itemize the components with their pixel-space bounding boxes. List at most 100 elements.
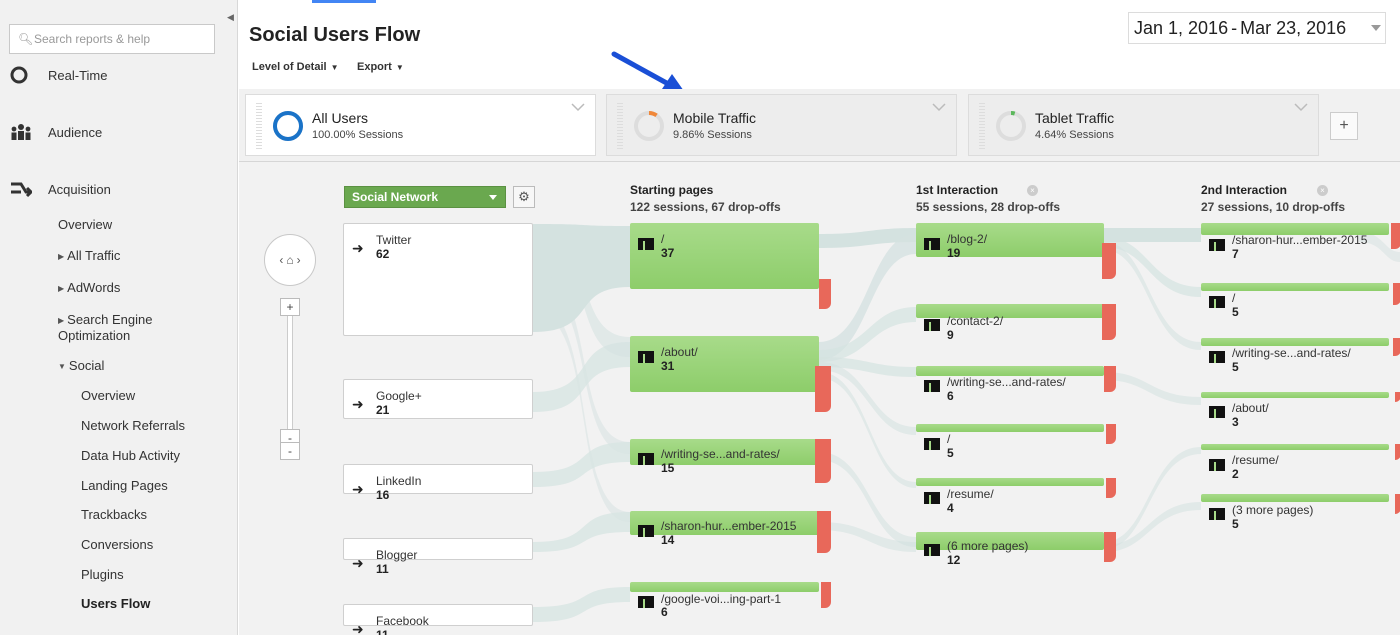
nav-audience-label: Audience [48,124,103,140]
source-node-blogger[interactable]: ➜ Blogger 11 [343,538,533,576]
search-input[interactable]: 🔍︎ Search reports & help [9,24,215,54]
nav-landing-pages[interactable]: Landing Pages [81,478,168,493]
page-node-starting-writing[interactable]: /writing-se...and-rates/ 15 [630,439,831,483]
column-summary-2nd-interaction: 27 sessions, 10 drop-offs [1201,200,1346,214]
zoom-slider[interactable] [287,298,293,448]
source-node-linkedin[interactable]: ➜ LinkedIn 16 [343,464,533,502]
nav-all-traffic[interactable]: ▶ All Traffic [58,248,120,263]
page-node-second-sharon[interactable]: /sharon-hur...ember-2015 7 [1201,223,1400,261]
page-value: 6 [947,389,954,403]
page-node-starting-sharon[interactable]: /sharon-hur...ember-2015 14 [630,511,831,553]
page-value: 7 [1232,247,1239,261]
source-name: Facebook [376,614,429,628]
page-label: /sharon-hur...ember-2015 [1232,233,1368,247]
segment-tablet-traffic[interactable]: Tablet Traffic 4.64% Sessions [968,94,1319,156]
segment-mobile-traffic[interactable]: Mobile Traffic 9.86% Sessions [606,94,957,156]
page-node-second-root[interactable]: / 5 [1201,283,1400,319]
chevron-down-icon[interactable] [571,103,585,112]
collapse-sidebar-icon[interactable]: ◀ [224,8,237,26]
page-value: 12 [947,553,961,567]
source-node-facebook[interactable]: ➜ Facebook 11 [343,604,533,635]
drop-off-bar [1102,304,1116,340]
source-value: 21 [376,403,390,417]
page-icon [924,380,940,392]
page-node-first-more[interactable]: (6 more pages) 12 [916,532,1116,567]
chevron-down-icon: ▼ [330,63,339,72]
nav-audience[interactable]: Audience [10,123,102,141]
node-bar [1201,392,1389,398]
page-icon [638,453,654,465]
nav-conversions[interactable]: Conversions [81,537,153,552]
date-separator: - [1231,17,1238,38]
drop-off-bar [1106,478,1116,498]
add-segment-button[interactable]: + [1330,112,1358,140]
nav-acquisition[interactable]: Acquisition [10,179,111,199]
page-node-second-resume[interactable]: /resume/ 2 [1201,444,1400,481]
nav-social-label: Social [68,358,105,373]
drop-off-bar [1106,424,1116,444]
chevron-down-icon[interactable] [932,103,946,112]
page-label: /google-voi...ing-part-1 [661,592,782,606]
nav-trackbacks[interactable]: Trackbacks [81,507,147,522]
page-node-first-resume[interactable]: /resume/ 4 [916,478,1116,515]
export-button[interactable]: Export ▼ [357,61,404,73]
page-label: (3 more pages) [1232,503,1314,517]
chevron-down-icon[interactable] [1294,103,1308,112]
sidebar: ◀ 🔍︎ Search reports & help Real-Time Aud… [0,0,238,635]
drag-handle[interactable] [256,103,262,149]
page-node-starting-about[interactable]: /about/ 31 [630,336,831,412]
nav-seo[interactable]: ▶ Search Engine Optimization [58,312,208,343]
drag-handle[interactable] [617,103,623,149]
nav-real-time[interactable]: Real-Time [10,66,107,84]
page-node-first-contact[interactable]: /contact-2/ 9 [916,304,1116,342]
source-node-twitter[interactable]: ➜ Twitter 62 [343,223,533,336]
segment-name: All Users [312,110,369,126]
acquisition-arrows-icon: ➜ [352,621,364,635]
segment-name: Mobile Traffic [673,110,756,126]
nav-data-hub-activity[interactable]: Data Hub Activity [81,448,180,463]
nav-social-overview[interactable]: Overview [81,388,135,403]
page-node-starting-google-voice[interactable]: /google-voi...ing-part-1 6 [630,582,831,619]
zoom-in-button[interactable]: + [280,298,300,316]
nav-adwords[interactable]: ▶ AdWords [58,280,120,295]
nav-acquisition-label: Acquisition [48,181,111,197]
page-label: /writing-se...and-rates/ [947,375,1066,389]
drop-off-bar [819,279,831,309]
close-icon[interactable]: × [1317,185,1328,196]
drag-handle[interactable] [979,103,985,149]
segment-all-users[interactable]: All Users 100.00% Sessions [245,94,596,156]
source-node-google-plus[interactable]: ➜ Google+ 21 [343,379,533,419]
ring-fill [273,111,303,141]
nav-social[interactable]: ▼ Social [58,358,104,373]
page-node-starting-root[interactable]: / 37 [630,223,831,309]
gear-icon[interactable]: ⚙ [513,186,535,208]
close-icon[interactable]: × [1027,185,1038,196]
nav-acq-overview[interactable]: Overview [58,217,112,232]
users-flow-chart[interactable]: ‹ ⌂ › + - - Social Network ⚙ Starting pa… [239,161,1400,635]
page-value: 6 [661,605,668,619]
expand-icon: ▶ [58,316,65,326]
page-node-first-blog[interactable]: /blog-2/ 19 [916,223,1116,279]
level-of-detail-button[interactable]: Level of Detail ▼ [252,61,339,73]
acquisition-arrows-icon [10,179,48,199]
page-icon [638,238,654,250]
home-icon: ⌂ [286,253,294,267]
date-range-picker[interactable]: Jan 1, 2016 - Mar 23, 2016 [1128,12,1386,44]
page-node-first-root[interactable]: / 5 [916,424,1116,460]
page-label: /resume/ [1232,453,1279,467]
page-node-second-writing[interactable]: /writing-se...and-rates/ 5 [1201,338,1400,374]
zoom-out-button-lower[interactable]: - [280,442,300,460]
chevron-down-icon [1371,25,1381,31]
search-icon: 🔍︎ [18,32,34,46]
nav-users-flow[interactable]: Users Flow [81,596,150,611]
zoom-home-button[interactable]: ‹ ⌂ › [264,234,316,286]
nav-network-referrals[interactable]: Network Referrals [81,418,185,433]
expand-icon: ▶ [58,252,65,262]
source-value: 16 [376,488,390,502]
page-node-first-writing[interactable]: /writing-se...and-rates/ 6 [916,366,1116,403]
page-node-second-more[interactable]: (3 more pages) 5 [1201,494,1400,531]
nav-plugins[interactable]: Plugins [81,567,124,582]
dimension-dropdown[interactable]: Social Network [344,186,506,208]
page-node-second-about[interactable]: /about/ 3 [1201,392,1400,429]
dimension-label: Social Network [352,190,439,204]
